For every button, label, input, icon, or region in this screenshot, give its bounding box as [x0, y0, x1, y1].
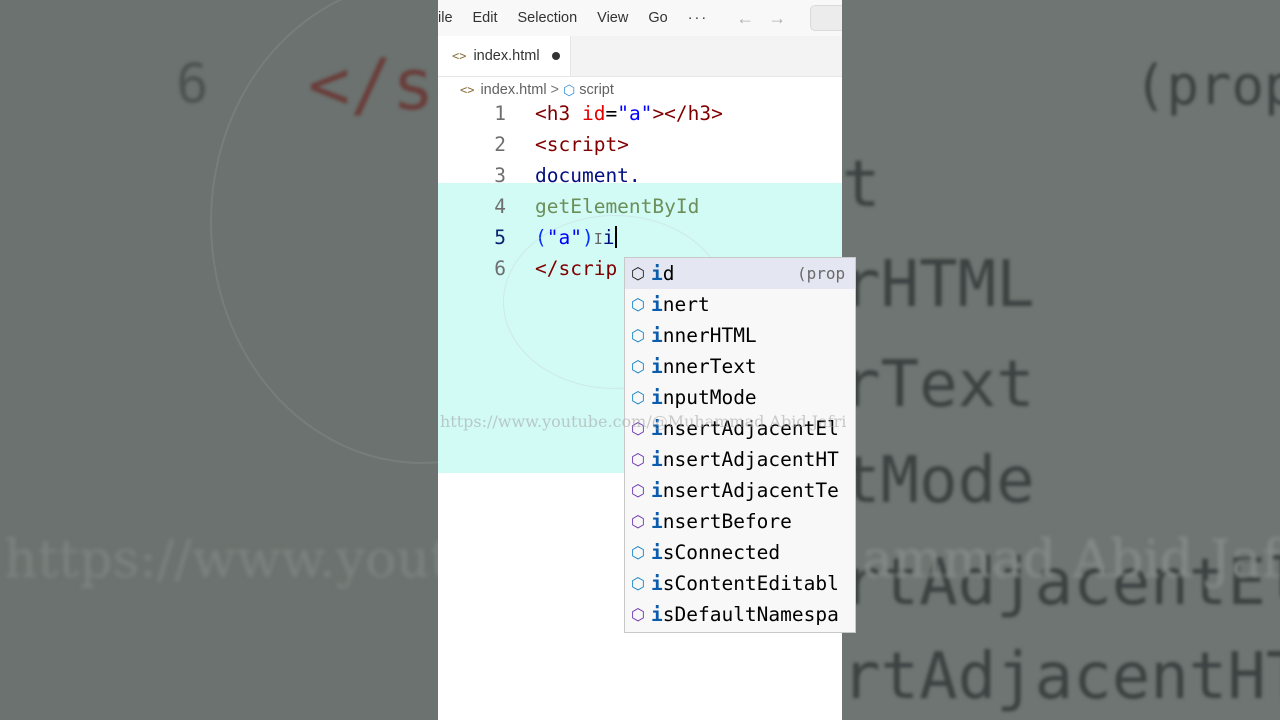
- background-watermark: https://www.yout: [4, 530, 438, 590]
- tab-index-html[interactable]: <> index.html: [438, 36, 571, 76]
- menu-view[interactable]: View: [597, 10, 628, 26]
- suggestion-item[interactable]: ⬡ isConnected: [625, 537, 855, 568]
- line-number: 6: [494, 257, 506, 280]
- code-line: 2 <script>: [438, 133, 842, 164]
- menu-bar: ile Edit Selection View Go ··· ← →: [438, 0, 842, 36]
- tab-bar: <> index.html: [438, 36, 842, 77]
- html-file-icon: <>: [452, 49, 467, 63]
- suggestion-item[interactable]: ⬡ id (prop: [625, 258, 855, 289]
- code-line: 3 document.: [438, 164, 842, 195]
- line-number: 5: [494, 226, 506, 249]
- suggestion-item[interactable]: ⬡ insertBefore: [625, 506, 855, 537]
- line-number: 1: [494, 102, 506, 125]
- background-suggestion-text: rHTML: [842, 248, 1035, 322]
- arrow-right-icon[interactable]: →: [768, 8, 786, 29]
- code-text: <script>: [535, 133, 629, 156]
- background-suggestion-text: rText: [842, 348, 1035, 422]
- background-suggestion-text: rtAdjacentHT: [842, 640, 1280, 714]
- autocomplete-suggestion-list[interactable]: ⬡ id (prop ⬡ inert ⬡ innerHTML ⬡ innerTe…: [624, 257, 856, 633]
- breadcrumb: <> index.html > ⬡ script: [438, 78, 842, 102]
- suggestion-item[interactable]: ⬡ inert: [625, 289, 855, 320]
- menu-edit[interactable]: Edit: [473, 10, 498, 26]
- background-detail-text: (prop: [1134, 54, 1280, 117]
- menu-go[interactable]: Go: [648, 10, 667, 26]
- suggestion-detail: (prop: [797, 264, 846, 283]
- code-text: document.: [535, 164, 641, 187]
- arrow-left-icon[interactable]: ←: [736, 8, 754, 29]
- property-icon: ⬡: [631, 264, 645, 283]
- menu-file[interactable]: ile: [438, 10, 453, 26]
- unsaved-dot-icon[interactable]: [551, 52, 560, 60]
- method-icon: ⬡: [631, 481, 645, 500]
- background-right-panel: (prop t rHTML rText tMode rtAdjacentEl r…: [842, 0, 1280, 720]
- more-menu-button[interactable]: ···: [688, 10, 709, 26]
- suggestion-item[interactable]: ⬡ isDefaultNamespa: [625, 599, 855, 630]
- channel-watermark: https://www.youtube.com/@Muhammad Abid J…: [440, 412, 847, 431]
- html-file-icon: <>: [460, 83, 475, 97]
- field-icon: ⬡: [631, 574, 645, 593]
- suggestion-item[interactable]: ⬡ innerHTML: [625, 320, 855, 351]
- field-icon: ⬡: [631, 295, 645, 314]
- background-line-number: 6: [176, 52, 209, 115]
- line-number: 2: [494, 133, 506, 156]
- suggestion-item[interactable]: ⬡ inputMode: [625, 382, 855, 413]
- breadcrumb-separator: >: [550, 82, 560, 98]
- line-number: 4: [494, 195, 506, 218]
- method-icon: ⬡: [631, 512, 645, 531]
- line-number: 3: [494, 164, 506, 187]
- command-center-search[interactable]: [810, 5, 842, 31]
- suggestion-item[interactable]: ⬡ innerText: [625, 351, 855, 382]
- menu-selection[interactable]: Selection: [518, 10, 578, 26]
- tab-label: index.html: [473, 48, 540, 64]
- method-icon: ⬡: [631, 450, 645, 469]
- field-icon: ⬡: [631, 543, 645, 562]
- method-icon: ⬡: [631, 605, 645, 624]
- background-suggestion-text: tMode: [842, 444, 1035, 518]
- suggestion-item[interactable]: ⬡ isContentEditabl: [625, 568, 855, 599]
- suggestion-item[interactable]: ⬡ insertAdjacentTe: [625, 475, 855, 506]
- field-icon: ⬡: [631, 326, 645, 345]
- cube-icon: ⬡: [563, 81, 576, 98]
- suggestion-item[interactable]: ⬡ insertAdjacentHT: [625, 444, 855, 475]
- breadcrumb-symbol[interactable]: script: [579, 82, 614, 98]
- code-text: <h3 id="a"></h3>: [535, 102, 723, 125]
- background-suggestion-text: t: [842, 148, 881, 222]
- field-icon: ⬡: [631, 357, 645, 376]
- background-left-panel: 6 </sc https://www.yout: [0, 0, 438, 720]
- code-line: 1 <h3 id="a"></h3>: [438, 102, 842, 133]
- breadcrumb-file[interactable]: index.html: [480, 82, 546, 98]
- background-watermark: ammad Abid Jafri: [862, 530, 1280, 590]
- background-ring: [210, 0, 438, 464]
- field-icon: ⬡: [631, 388, 645, 407]
